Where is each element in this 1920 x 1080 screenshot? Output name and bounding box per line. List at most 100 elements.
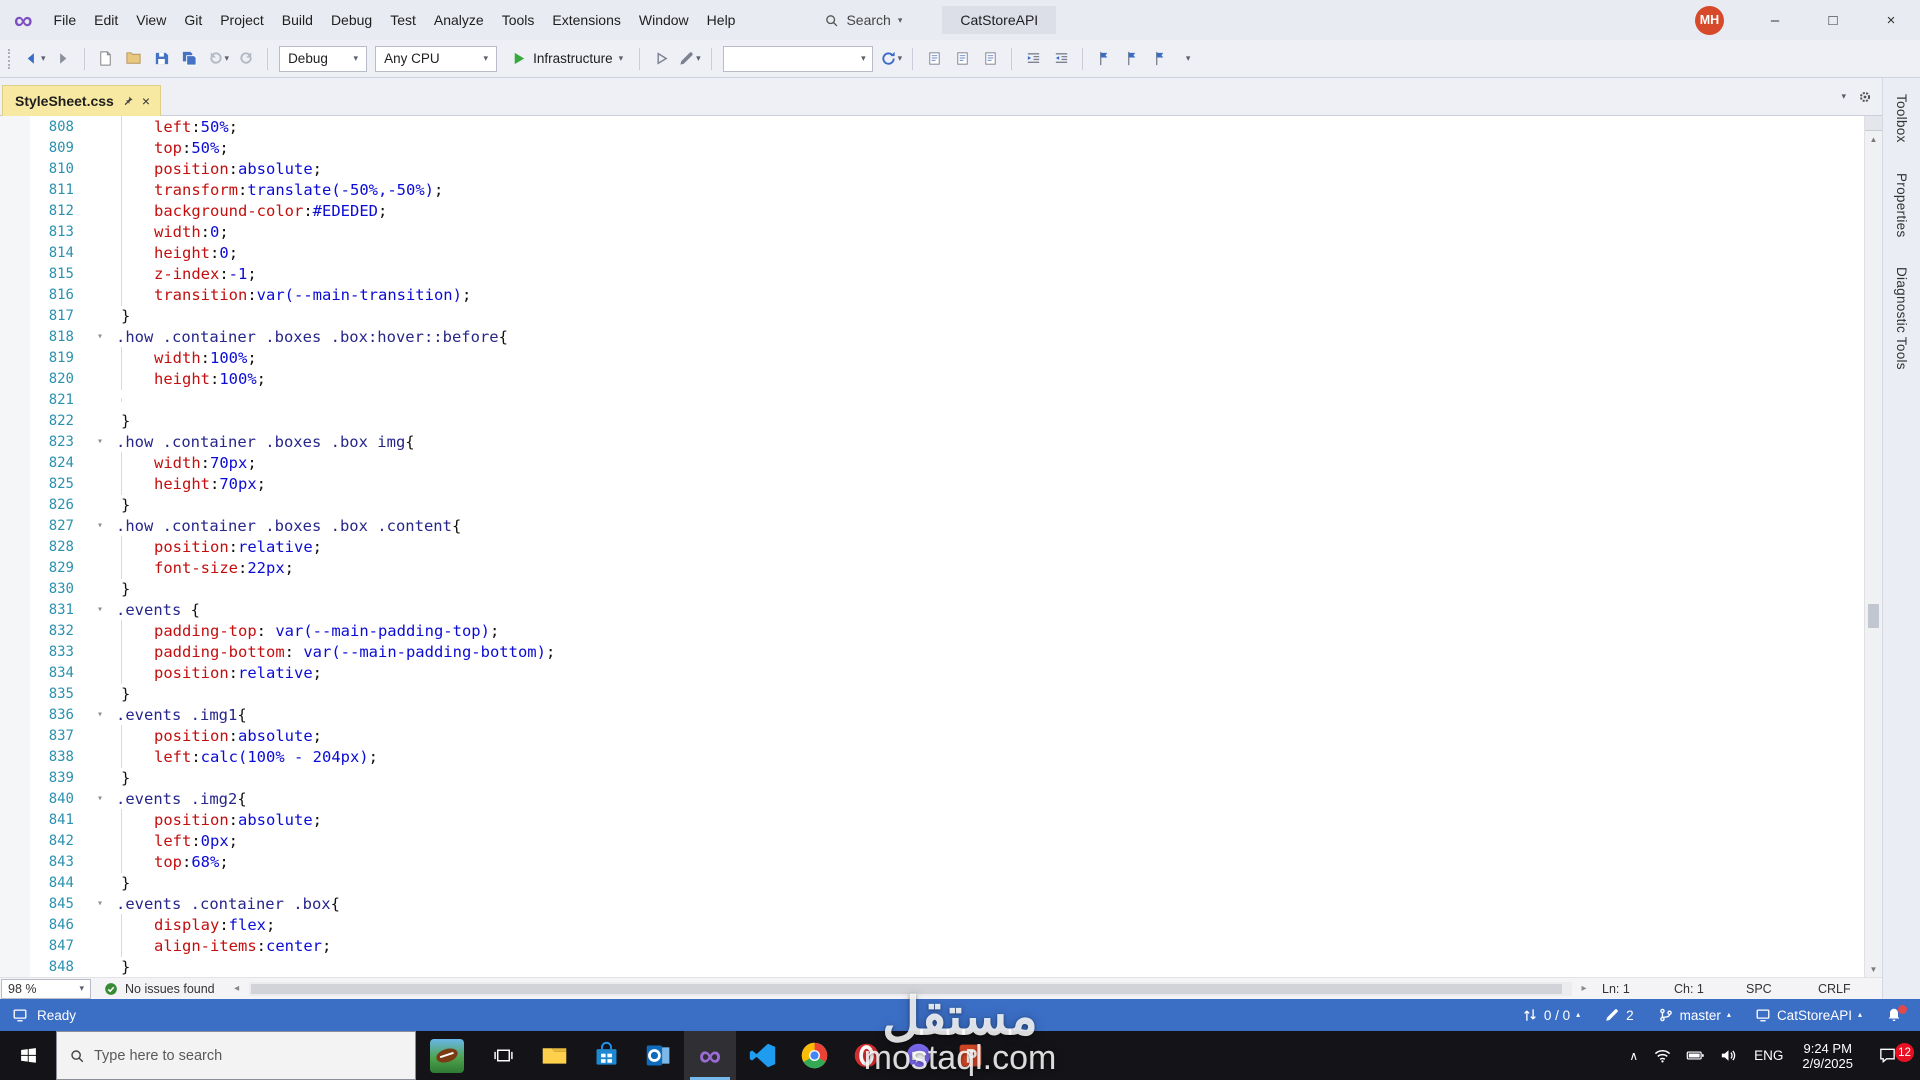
git-sync-status[interactable]: 0 / 0 ▴: [1522, 1007, 1580, 1023]
hscroll-left-arrow[interactable]: ◂: [227, 983, 247, 994]
code-line-830[interactable]: 830}: [0, 578, 1864, 599]
navigate-backward-button[interactable]: ▾: [21, 46, 48, 72]
find-in-files-button[interactable]: [949, 46, 975, 72]
outline-collapse-icon[interactable]: ▾: [84, 604, 116, 615]
close-button[interactable]: ×: [1862, 0, 1920, 40]
code-line-811[interactable]: 811 transform:translate(-50%,-50%);: [0, 178, 1864, 201]
code-line-826[interactable]: 826}: [0, 494, 1864, 515]
code-line-815[interactable]: 815 z-index:-1;: [0, 262, 1864, 285]
code-line-813[interactable]: 813 width:0;: [0, 220, 1864, 243]
taskbar-app-chrome[interactable]: [788, 1031, 840, 1080]
save-all-button[interactable]: [177, 46, 203, 72]
menu-help[interactable]: Help: [698, 7, 745, 33]
start-without-debugging-button[interactable]: [648, 46, 674, 72]
gear-icon[interactable]: [1858, 90, 1872, 104]
toolbar-search-combobox[interactable]: ▾: [685, 45, 873, 72]
new-file-button[interactable]: [93, 46, 119, 72]
code-line-848[interactable]: 848}: [0, 956, 1864, 977]
code-line-842[interactable]: 842 left:0px;: [0, 829, 1864, 852]
outline-collapse-icon[interactable]: ▾: [84, 436, 116, 447]
outline-collapse-icon[interactable]: ▾: [84, 793, 116, 804]
solution-configurations-dropdown[interactable]: Debug ▾: [279, 45, 368, 72]
start-debugging-button[interactable]: Infrastructure ▾: [502, 46, 631, 72]
horizontal-scrollbar[interactable]: [248, 981, 1572, 996]
outline-collapse-icon[interactable]: ▾: [84, 709, 116, 720]
hscrollbar-thumb[interactable]: [250, 983, 1562, 994]
code-line-835[interactable]: 835}: [0, 683, 1864, 704]
document-list-dropdown-icon[interactable]: ▾: [1841, 92, 1846, 101]
code-editor[interactable]: 808 left:50%; 809 top:50%; 810 position:absol…: [0, 116, 1864, 977]
taskbar-app-visual-studio[interactable]: ∞: [684, 1031, 736, 1080]
menu-debug[interactable]: Debug: [322, 7, 381, 33]
code-line-814[interactable]: 814 height:0;: [0, 241, 1864, 264]
refresh-button[interactable]: ▾: [878, 46, 905, 72]
code-line-816[interactable]: 816 transition:var(--main-transition);: [0, 283, 1864, 306]
taskbar-search-box[interactable]: [56, 1031, 416, 1080]
menu-view[interactable]: View: [127, 7, 175, 33]
code-line-823[interactable]: 823 ▾ .how .container .boxes .box img{: [0, 431, 1864, 452]
git-branch-picker[interactable]: master ▴: [1658, 1007, 1731, 1023]
taskbar-app-opera[interactable]: [840, 1031, 892, 1080]
tray-expand-chevron[interactable]: ∧: [1621, 1049, 1646, 1063]
wifi-icon[interactable]: [1653, 1046, 1672, 1065]
language-indicator[interactable]: ENG: [1745, 1048, 1792, 1063]
toolbar-grip[interactable]: [8, 48, 14, 69]
next-bookmark-button[interactable]: [1147, 46, 1173, 72]
menu-test[interactable]: Test: [381, 7, 425, 33]
menu-edit[interactable]: Edit: [85, 7, 127, 33]
outline-collapse-icon[interactable]: ▾: [84, 898, 116, 909]
minimize-button[interactable]: –: [1746, 0, 1804, 40]
toolbar-overflow-button[interactable]: ▾: [1175, 46, 1201, 72]
code-line-843[interactable]: 843 top:68%;: [0, 850, 1864, 873]
action-center-button[interactable]: 12: [1863, 1043, 1916, 1065]
task-view-button[interactable]: [478, 1031, 528, 1080]
code-line-846[interactable]: 846 display:flex;: [0, 913, 1864, 936]
search-control[interactable]: Search ▾: [814, 8, 912, 32]
indent-button[interactable]: [1020, 46, 1046, 72]
solution-platforms-dropdown[interactable]: Any CPU ▾: [375, 45, 498, 72]
outdent-button[interactable]: [1048, 46, 1074, 72]
code-line-834[interactable]: 834 position:relative;: [0, 661, 1864, 684]
tab-stylesheet-css[interactable]: StyleSheet.css ×: [2, 85, 162, 116]
code-line-825[interactable]: 825 height:70px;: [0, 472, 1864, 495]
code-line-837[interactable]: 837 position:absolute;: [0, 724, 1864, 747]
maximize-button[interactable]: □: [1804, 0, 1862, 40]
undo-button[interactable]: ▾: [205, 46, 232, 72]
code-line-844[interactable]: 844}: [0, 872, 1864, 893]
code-line-841[interactable]: 841 position:absolute;: [0, 808, 1864, 831]
start-button[interactable]: [0, 1031, 56, 1080]
repository-picker[interactable]: CatStoreAPI ▴: [1755, 1007, 1862, 1023]
tool-tab-properties[interactable]: Properties: [1894, 173, 1909, 238]
navigate-forward-button[interactable]: [50, 46, 76, 72]
menu-project[interactable]: Project: [211, 7, 273, 33]
code-line-812[interactable]: 812 background-color:#EDEDED;: [0, 199, 1864, 222]
code-line-809[interactable]: 809 top:50%;: [0, 136, 1864, 159]
code-line-822[interactable]: 822}: [0, 410, 1864, 431]
editor-split-handle[interactable]: [1865, 116, 1882, 131]
taskbar-search-input[interactable]: [94, 1047, 403, 1064]
code-line-833[interactable]: 833 padding-bottom: var(--main-padding-bo…: [0, 640, 1864, 663]
issues-indicator[interactable]: No issues found: [92, 982, 227, 996]
taskbar-app-vscode[interactable]: [736, 1031, 788, 1080]
menu-tools[interactable]: Tools: [493, 7, 544, 33]
volume-icon[interactable]: [1719, 1046, 1738, 1065]
menu-git[interactable]: Git: [175, 7, 211, 33]
sync-document-button[interactable]: [977, 46, 1003, 72]
menu-analyze[interactable]: Analyze: [425, 7, 493, 33]
pending-edits[interactable]: 2: [1604, 1007, 1634, 1023]
code-line-818[interactable]: 818 ▾ .how .container .boxes .box:hover::b…: [0, 326, 1864, 347]
code-line-824[interactable]: 824 width:70px;: [0, 451, 1864, 474]
code-line-820[interactable]: 820 height:100%;: [0, 367, 1864, 390]
menu-build[interactable]: Build: [273, 7, 322, 33]
hscroll-right-arrow[interactable]: ▸: [1574, 983, 1594, 994]
tool-tab-diagnostic-tools[interactable]: Diagnostic Tools: [1894, 267, 1909, 370]
scrollbar-thumb[interactable]: [1868, 604, 1879, 628]
code-line-831[interactable]: 831 ▾ .events {: [0, 599, 1864, 620]
code-line-840[interactable]: 840 ▾ .events .img2{: [0, 788, 1864, 809]
taskbar-app-chat[interactable]: [892, 1031, 944, 1080]
background-tasks-icon[interactable]: [12, 1007, 28, 1023]
code-line-810[interactable]: 810 position:absolute;: [0, 157, 1864, 180]
code-line-828[interactable]: 828 position:relative;: [0, 535, 1864, 558]
menu-extensions[interactable]: Extensions: [543, 7, 629, 33]
taskbar-clock[interactable]: 9:24 PM 2/9/2025: [1792, 1041, 1863, 1071]
